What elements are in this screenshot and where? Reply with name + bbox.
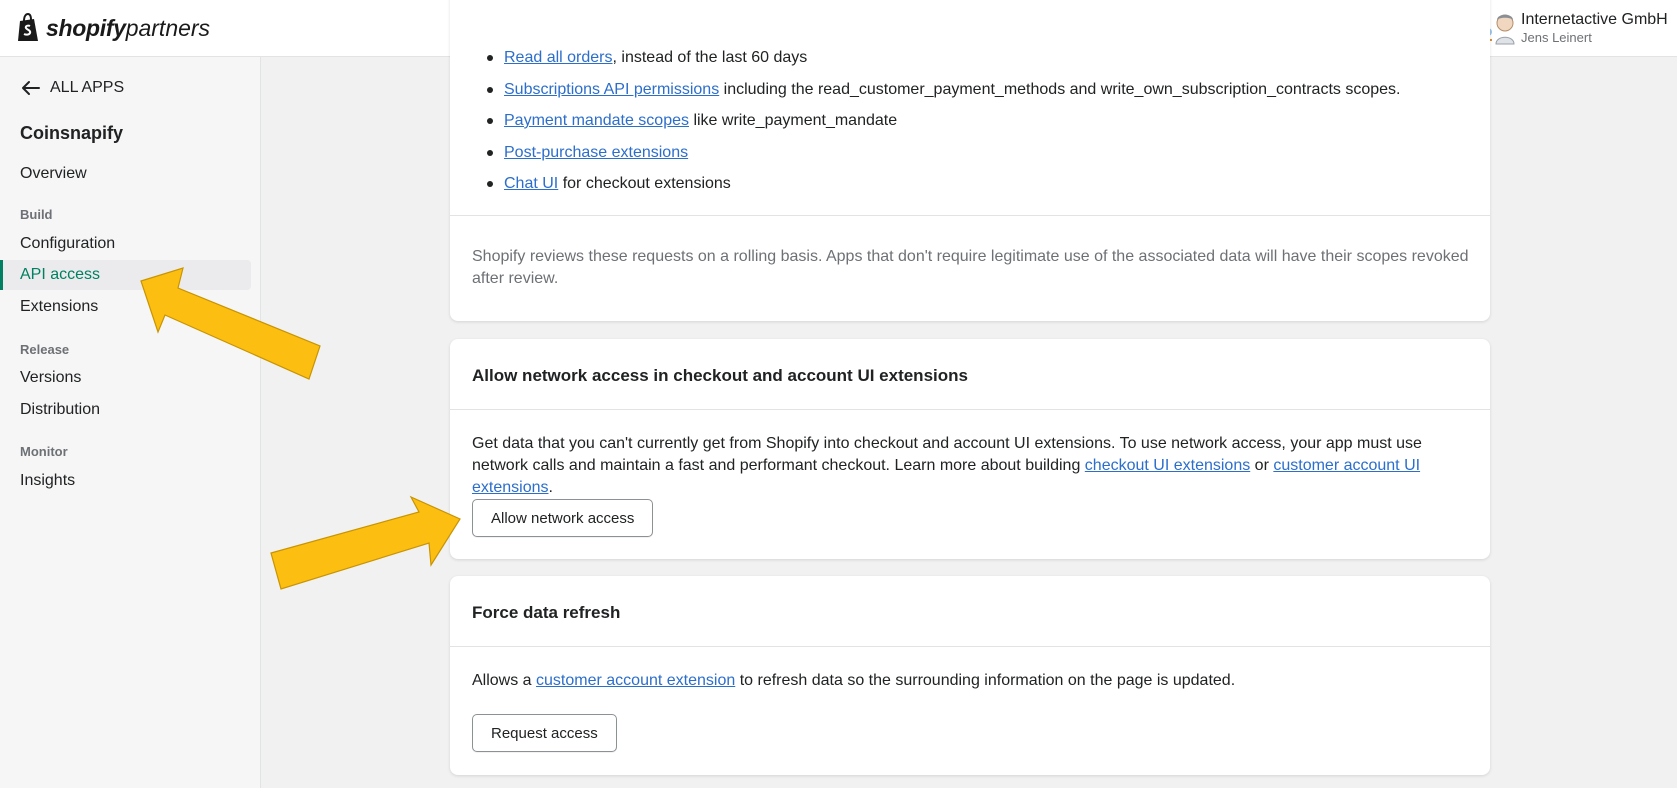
card-divider (450, 215, 1490, 216)
checkout-ui-extensions-link[interactable]: checkout UI extensions (1085, 457, 1250, 474)
brand-bold: shopify (46, 15, 126, 41)
sidebar-item-configuration[interactable]: Configuration (20, 235, 115, 253)
arrow-left-icon (22, 81, 40, 95)
list-item: Subscriptions API permissions including … (484, 80, 1400, 112)
list-item-text: including the read_customer_payment_meth… (719, 80, 1401, 98)
all-apps-label: ALL APPS (50, 79, 125, 96)
description-text: or (1250, 457, 1274, 474)
list-item: Payment mandate scopes like write_paymen… (484, 111, 1400, 143)
request-access-button[interactable]: Request access (472, 714, 617, 752)
card-divider (450, 409, 1490, 410)
sidebar-item-insights[interactable]: Insights (20, 472, 75, 490)
shopify-bag-icon (18, 13, 38, 41)
brand-light: partners (125, 15, 211, 41)
card-divider (450, 646, 1490, 647)
description-text: Allows a (472, 672, 537, 689)
active-item-indicator (0, 260, 3, 290)
section-build: Build (20, 207, 53, 222)
network-access-description: Get data that you can't currently get fr… (472, 433, 1472, 499)
chat-ui-link[interactable]: Chat UI (504, 175, 558, 192)
force-refresh-card: Force data refresh Allows a customer acc… (450, 576, 1490, 775)
shopify-partners-logo[interactable]: shopifypartners (16, 12, 210, 44)
allow-network-access-button[interactable]: Allow network access (472, 499, 654, 537)
list-item: Post-purchase extensions (484, 143, 1400, 175)
arrow-to-allow-button (270, 495, 461, 590)
account-menu[interactable]: Internetactive GmbH Jens Leinert (1521, 10, 1668, 47)
app-name: Coinsnapify (20, 123, 124, 143)
description-text: . (548, 479, 553, 496)
list-item: Read all orders, instead of the last 60 … (484, 48, 1400, 80)
force-refresh-title: Force data refresh (472, 603, 621, 622)
list-item-text: for checkout extensions (558, 175, 731, 192)
user-name: Jens Leinert (1521, 30, 1592, 45)
list-item-text: like write_payment_mandate (689, 112, 898, 129)
sidebar-item-versions[interactable]: Versions (20, 369, 81, 387)
section-release: Release (20, 342, 70, 357)
read-all-orders-link[interactable]: Read all orders (504, 49, 613, 66)
network-access-card: Allow network access in checkout and acc… (450, 339, 1490, 559)
all-apps-back-link[interactable]: ALL APPS (20, 79, 124, 97)
scopes-review-note: Shopify reviews these requests on a roll… (472, 248, 1469, 287)
list-item: Chat UI for checkout extensions (484, 174, 1400, 206)
scopes-card: Read all orders, instead of the last 60 … (450, 0, 1490, 321)
post-purchase-link[interactable]: Post-purchase extensions (504, 144, 688, 161)
force-refresh-description: Allows a customer account extension to r… (472, 670, 1472, 692)
section-monitor: Monitor (20, 444, 68, 459)
customer-account-extension-link[interactable]: customer account extension (536, 672, 735, 689)
payment-mandate-link[interactable]: Payment mandate scopes (504, 112, 689, 129)
subscriptions-api-link[interactable]: Subscriptions API permissions (504, 81, 719, 98)
list-item-text: , instead of the last 60 days (612, 49, 808, 66)
scopes-list: Read all orders, instead of the last 60 … (484, 48, 1400, 206)
network-access-title: Allow network access in checkout and acc… (472, 366, 968, 385)
sidebar-item-distribution[interactable]: Distribution (20, 401, 100, 419)
sidebar-item-overview[interactable]: Overview (20, 165, 87, 183)
org-name: Internetactive GmbH (1521, 11, 1668, 28)
sidebar-item-extensions[interactable]: Extensions (20, 298, 98, 316)
sidebar: ALL APPS Coinsnapify Overview Build Conf… (0, 57, 261, 788)
sidebar-item-api-access[interactable]: API access (20, 266, 100, 284)
description-text: to refresh data so the surrounding infor… (735, 672, 1236, 689)
